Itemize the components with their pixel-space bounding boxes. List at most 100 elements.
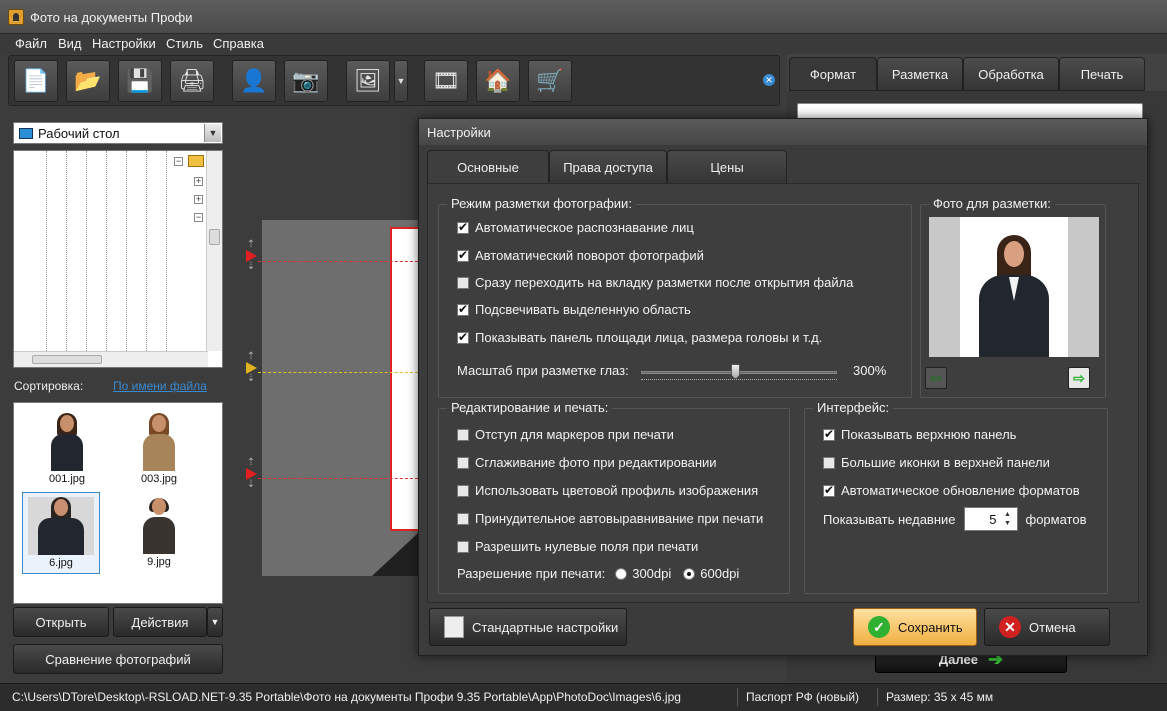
sort-link[interactable]: По имени файла	[113, 379, 207, 393]
tab-format[interactable]: Формат	[789, 57, 877, 91]
option-auto-update-formats[interactable]: Автоматическое обновление форматов	[823, 483, 1080, 498]
top-marker[interactable]: ⇡ ⇣	[244, 240, 258, 272]
tab-general[interactable]: Основные	[427, 150, 549, 184]
checkbox[interactable]	[823, 483, 835, 497]
list-item-selected[interactable]: 6.jpg	[22, 492, 100, 574]
option-auto-align[interactable]: Принудительное автовыравнивание при печа…	[457, 511, 763, 526]
radio-600dpi[interactable]	[683, 567, 696, 580]
checkbox[interactable]	[457, 428, 469, 441]
list-item[interactable]: 9.jpg	[120, 492, 198, 574]
tab-access-rights[interactable]: Права доступа	[549, 150, 667, 184]
option-auto-rotate[interactable]: Автоматический поворот фотографий	[457, 248, 704, 263]
cancel-button[interactable]: ✕ Отмена	[984, 608, 1110, 646]
tab-markup[interactable]: Разметка	[877, 57, 963, 91]
checkbox[interactable]	[457, 484, 469, 497]
option-go-to-markup[interactable]: Сразу переходить на вкладку разметки пос…	[457, 275, 853, 290]
stepper-arrows-icon[interactable]: ▲ ▼	[1001, 510, 1015, 528]
collapse-icon[interactable]: −	[174, 157, 183, 166]
file-name: 9.jpg	[147, 556, 171, 568]
list-item[interactable]: 001.jpg	[28, 409, 106, 491]
option-highlight-area[interactable]: Подсвечивать выделенную область	[457, 302, 691, 317]
tree-line	[146, 151, 147, 351]
checkbox[interactable]	[823, 456, 835, 469]
toolbar: 📄 📂 💾 🖨 👤 📷 🖼 ▼ 🎞 🏠 🛒 ✕	[8, 55, 780, 106]
checkbox[interactable]	[457, 276, 469, 289]
actions-button[interactable]: Действия	[113, 607, 207, 637]
menu-view[interactable]: Вид	[58, 36, 82, 51]
arrow-left-icon[interactable]: ⇦	[925, 367, 947, 389]
tab-prices[interactable]: Цены	[667, 150, 787, 184]
scroll-thumb[interactable]	[209, 229, 220, 245]
eyes-marker[interactable]: ⇡ ⇣	[244, 352, 258, 384]
radio-300dpi[interactable]	[615, 567, 628, 580]
user-photo-icon[interactable]: 👤	[232, 60, 276, 102]
recent-formats-stepper[interactable]: 5 ▲ ▼	[963, 507, 1018, 531]
menu-style[interactable]: Стиль	[166, 36, 203, 51]
marker-handle-icon[interactable]	[245, 468, 257, 480]
checkbox[interactable]	[457, 302, 469, 316]
default-settings-button[interactable]: Стандартные настройки	[429, 608, 627, 646]
tree-line	[86, 151, 87, 351]
open-folder-icon[interactable]: 📂	[66, 60, 110, 102]
collapse-icon[interactable]: −	[194, 213, 203, 222]
scale-label: Масштаб при разметке глаз:	[457, 363, 629, 378]
home-icon[interactable]: 🏠	[476, 60, 520, 102]
expand-icon[interactable]: +	[194, 195, 203, 204]
menu-settings[interactable]: Настройки	[92, 36, 156, 51]
option-zero-margins[interactable]: Разрешить нулевые поля при печати	[457, 539, 698, 554]
film-reel-icon[interactable]: 🎞	[424, 60, 468, 102]
save-button[interactable]: ✓ Сохранить	[853, 608, 977, 646]
option-face-detection[interactable]: Автоматическое распознавание лиц	[457, 220, 694, 235]
marker-handle-icon[interactable]	[245, 250, 257, 262]
preview-photo	[929, 217, 1099, 357]
checkbox[interactable]	[457, 456, 469, 469]
arrow-right-icon[interactable]: ⇨	[1068, 367, 1090, 389]
option-smoothing[interactable]: Сглаживание фото при редактировании	[457, 455, 717, 470]
marker-handle-icon[interactable]	[245, 362, 257, 374]
chin-marker[interactable]: ⇡ ⇣	[244, 458, 258, 490]
chevron-down-icon[interactable]: ▼	[394, 60, 408, 102]
new-document-icon[interactable]: 📄	[14, 60, 58, 102]
photo-canvas[interactable]	[262, 220, 432, 576]
list-item[interactable]: 003.jpg	[120, 409, 198, 491]
checkbox[interactable]	[457, 330, 469, 344]
chevron-down-icon[interactable]: ▼	[207, 607, 223, 637]
menu-file[interactable]: Файл	[15, 36, 47, 51]
tab-processing[interactable]: Обработка	[963, 57, 1059, 91]
group-title: Фото для разметки:	[929, 196, 1055, 211]
option-marker-indent[interactable]: Отступ для маркеров при печати	[457, 427, 674, 442]
folder-select[interactable]: Рабочий стол ▼	[13, 122, 223, 144]
open-button[interactable]: Открыть	[13, 607, 109, 637]
checkbox[interactable]	[457, 512, 469, 525]
option-face-panel[interactable]: Показывать панель площади лица, размера …	[457, 330, 822, 345]
print-icon[interactable]: 🖨	[170, 60, 214, 102]
tab-print[interactable]: Печать	[1059, 57, 1145, 91]
check-icon: ✓	[868, 616, 890, 638]
shopping-cart-icon[interactable]: 🛒	[528, 60, 572, 102]
image-edit-icon[interactable]: 🖼	[346, 60, 390, 102]
chevron-down-icon[interactable]: ▼	[204, 124, 221, 142]
close-icon[interactable]: ✕	[763, 74, 775, 86]
checkbox[interactable]	[823, 427, 835, 441]
expand-icon[interactable]: +	[194, 177, 203, 186]
scroll-thumb[interactable]	[32, 355, 102, 364]
scale-slider-thumb[interactable]	[731, 364, 740, 379]
layout-mode-group: Режим разметки фотографии: Автоматическо…	[438, 196, 912, 398]
folder-tree[interactable]: − + + −	[13, 150, 223, 368]
option-show-top-panel[interactable]: Показывать верхнюю панель	[823, 427, 1016, 442]
camera-icon[interactable]: 📷	[284, 60, 328, 102]
tree-horizontal-scrollbar[interactable]	[14, 351, 208, 367]
tree-vertical-scrollbar[interactable]	[206, 151, 222, 351]
checkbox[interactable]	[457, 540, 469, 553]
option-color-profile[interactable]: Использовать цветовой профиль изображени…	[457, 483, 758, 498]
compare-photos-button[interactable]: Сравнение фотографий	[13, 644, 223, 674]
menu-help[interactable]: Справка	[213, 36, 264, 51]
checkbox[interactable]	[457, 220, 469, 234]
option-large-icons[interactable]: Большие иконки в верхней панели	[823, 455, 1050, 470]
save-icon[interactable]: 💾	[118, 60, 162, 102]
dialog-title: Настройки	[419, 119, 1147, 145]
scale-slider-ticks	[641, 379, 837, 383]
tree-line	[106, 151, 107, 351]
left-panel: Рабочий стол ▼ − + + − Сортировка: По им…	[8, 114, 228, 680]
checkbox[interactable]	[457, 248, 469, 262]
